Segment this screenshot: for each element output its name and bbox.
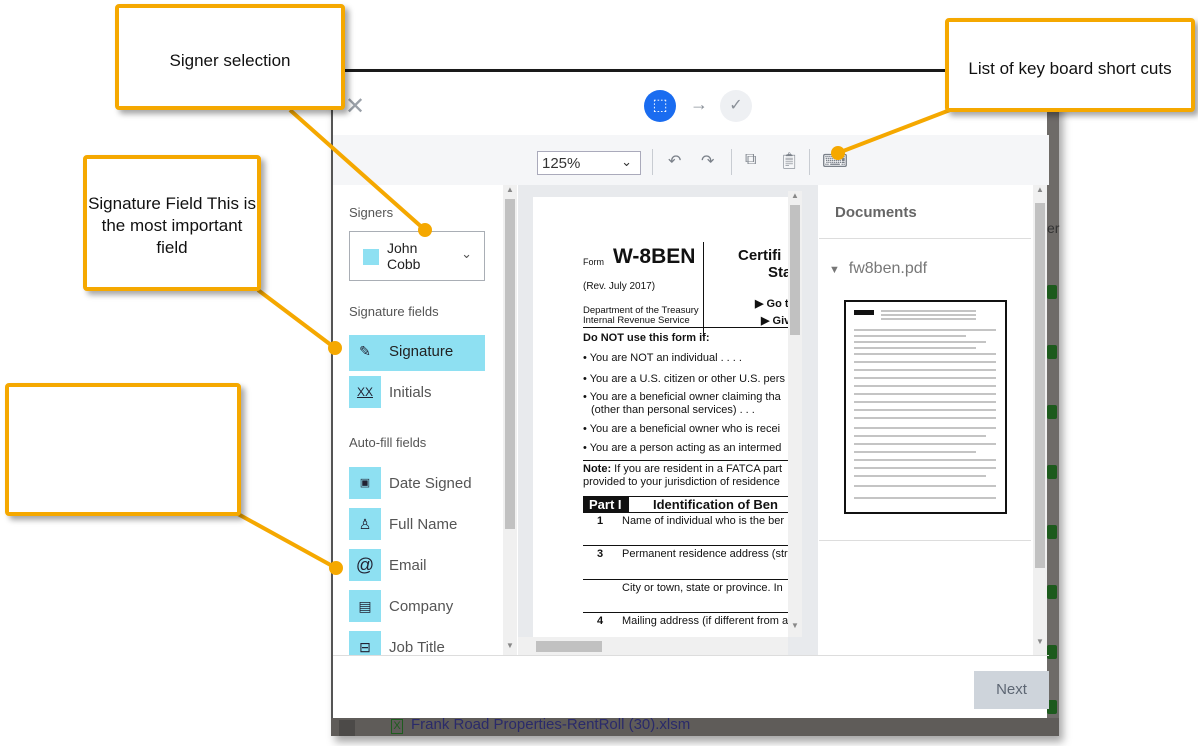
- callout-line: [288, 108, 427, 232]
- callout-keyboard-shortcuts: List of key board short cuts: [945, 18, 1195, 112]
- callout-line: [837, 108, 951, 155]
- callout-signer-selection: Signer selection: [115, 4, 345, 110]
- callout-empty: [5, 383, 241, 516]
- callout-dot: [418, 223, 432, 237]
- callout-signature-field: Signature Field This is the most importa…: [83, 155, 261, 291]
- callout-dot: [831, 146, 845, 160]
- callout-line: [256, 288, 337, 350]
- callout-dot: [329, 561, 343, 575]
- callout-line: [237, 512, 337, 570]
- callout-dot: [328, 341, 342, 355]
